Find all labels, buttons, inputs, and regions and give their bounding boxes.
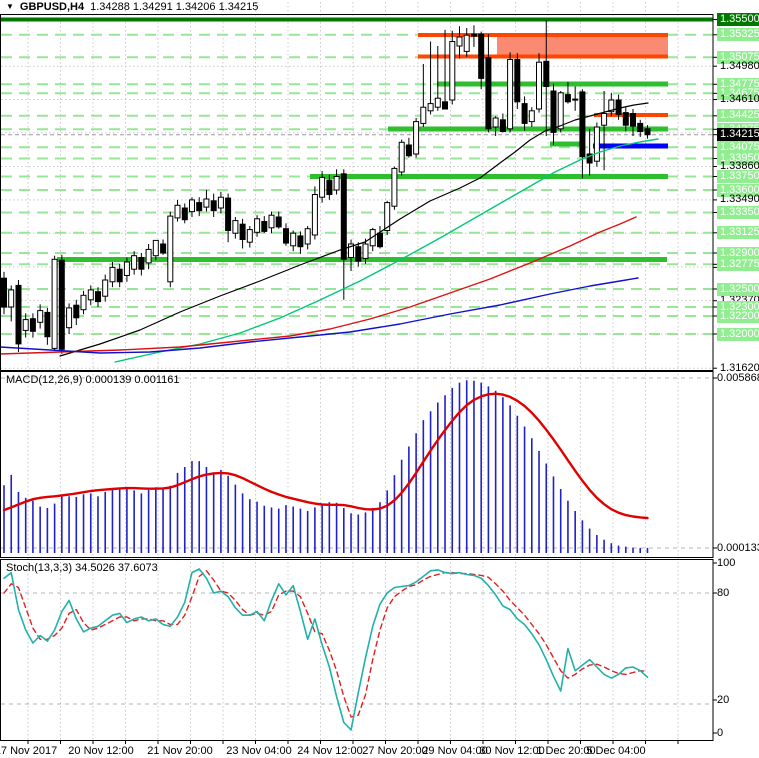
time-axis-area[interactable] <box>0 741 713 758</box>
chevron-down-icon[interactable]: ▼ <box>6 2 14 12</box>
symbol-period-label: GBPUSD,H4 <box>19 1 85 13</box>
main-chart-area[interactable] <box>0 14 713 370</box>
stoch-panel-area[interactable] <box>0 559 713 740</box>
trading-chart-window: ▼ GBPUSD,H4 1.34288 1.34291 1.34206 1.34… <box>0 0 759 758</box>
chart-title-bar: ▼ GBPUSD,H4 1.34288 1.34291 1.34206 1.34… <box>0 0 759 14</box>
macd-panel-area[interactable] <box>0 371 713 557</box>
ohlc-values: 1.34288 1.34291 1.34206 1.34215 <box>90 1 259 13</box>
price-axis-area[interactable] <box>713 14 759 740</box>
